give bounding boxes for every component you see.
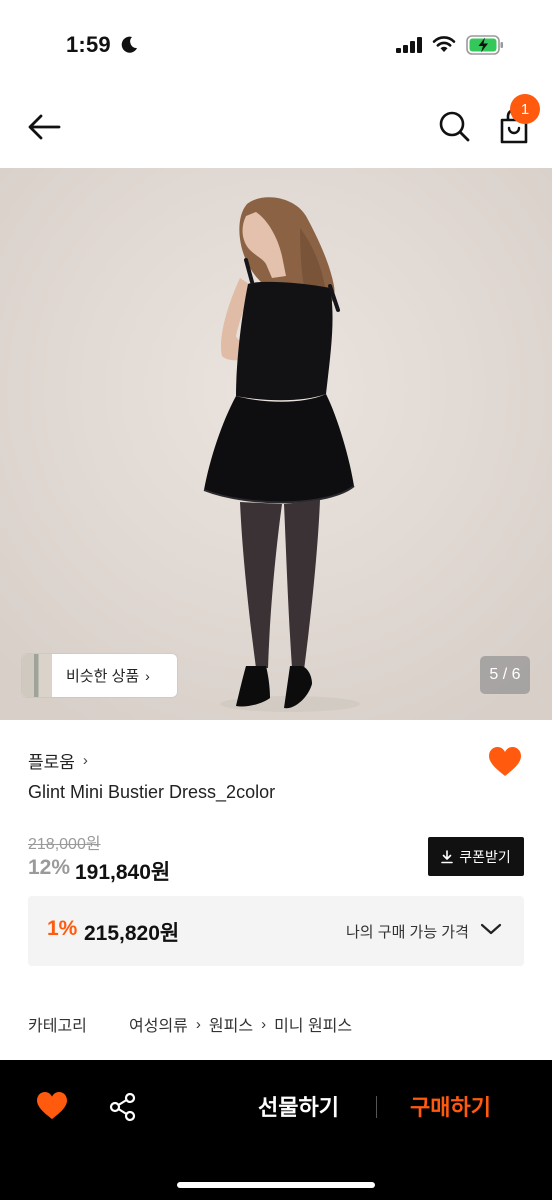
category-label: 카테고리 (28, 1018, 87, 1035)
home-indicator (177, 1182, 375, 1188)
similar-products-thumbnail (22, 654, 52, 697)
heart-icon (37, 1091, 67, 1120)
breadcrumb-dresses[interactable]: 원피스 (209, 1012, 253, 1036)
gift-button[interactable]: 선물하기 (258, 1090, 339, 1122)
discount-rate: 12% (28, 856, 71, 879)
top-navigation: 1 (0, 90, 552, 168)
wifi-icon (432, 34, 456, 59)
like-button[interactable] (488, 746, 522, 778)
bottom-action-bar: 선물하기 구매하기 (0, 1060, 552, 1200)
moon-icon (120, 36, 138, 59)
chevron-right-icon: › (261, 1015, 267, 1033)
chevron-right-icon: › (195, 1015, 201, 1033)
product-photo (0, 168, 552, 720)
battery-charging-icon (466, 34, 504, 61)
back-button[interactable] (24, 110, 64, 144)
similar-products-button[interactable]: 비슷한 상품 › (22, 654, 177, 697)
heart-icon (489, 747, 521, 776)
similar-products-label: 비슷한 상품 (66, 668, 140, 685)
download-icon (441, 849, 454, 863)
my-price-label: 나의 구매 가능 가격 (346, 924, 469, 941)
product-image-carousel[interactable]: 비슷한 상품 › 5 / 6 (0, 168, 552, 720)
original-price: 218,000원 (28, 836, 101, 853)
coupon-download-button[interactable]: 쿠폰받기 (428, 837, 524, 876)
search-button[interactable] (436, 108, 472, 144)
cart-count-badge: 1 (510, 94, 540, 124)
category-breadcrumb: 여성의류 › 원피스 › 미니 원피스 (129, 1012, 352, 1036)
brand-name: 플로움 (28, 753, 75, 772)
share-icon (109, 1092, 136, 1122)
divider (376, 1096, 377, 1118)
product-title: Glint Mini Bustier Dress_2color (28, 782, 276, 802)
back-arrow-icon (28, 114, 61, 140)
coupon-label: 쿠폰받기 (459, 848, 511, 865)
sale-price: 191,840원 (75, 861, 171, 884)
bottom-like-button[interactable] (36, 1091, 70, 1123)
cellular-signal-icon (396, 37, 424, 58)
chevron-right-icon: › (82, 752, 88, 769)
status-bar: 1:59 (0, 0, 552, 90)
status-time: 1:59 (66, 32, 111, 57)
category-row: 카테고리 여성의류 › 원피스 › 미니 원피스 (28, 1012, 524, 1036)
share-button[interactable] (108, 1092, 138, 1122)
image-page-indicator: 5 / 6 (480, 656, 530, 694)
breadcrumb-womens-clothing[interactable]: 여성의류 (129, 1012, 188, 1036)
my-price-rate: 1% (47, 917, 78, 940)
buy-button[interactable]: 구매하기 (410, 1090, 491, 1122)
chevron-right-icon: › (145, 667, 150, 684)
search-icon (439, 111, 470, 142)
my-price-value: 215,820원 (84, 922, 180, 945)
brand-link[interactable]: 플로움 › (28, 748, 88, 773)
breadcrumb-mini-dresses[interactable]: 미니 원피스 (274, 1012, 352, 1036)
my-purchase-price-dropdown[interactable]: 1% 215,820원 나의 구매 가능 가격 (28, 896, 524, 966)
chevron-down-icon (480, 922, 502, 941)
